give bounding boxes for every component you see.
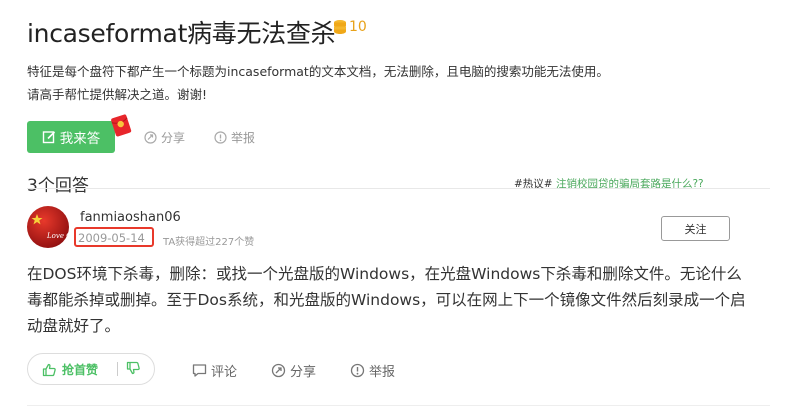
answer-count: 3个回答 <box>27 176 89 196</box>
answer-button[interactable]: 我来答 <box>27 121 115 153</box>
answer-button-label: 我来答 <box>59 131 101 147</box>
report-button[interactable]: 举报 <box>214 129 255 146</box>
like-button[interactable]: 抢首赞 <box>42 361 98 378</box>
edit-icon <box>42 130 56 144</box>
share-icon <box>271 363 286 378</box>
report-label: 举报 <box>231 131 256 145</box>
dislike-button[interactable] <box>126 361 140 375</box>
avatar[interactable]: Love China <box>27 206 69 248</box>
comment-button[interactable]: 评论 <box>192 361 237 380</box>
answer-body: 在DOS环境下杀毒，删除：或找一个光盘版的Windows，在光盘Windows下… <box>27 265 746 335</box>
alert-icon <box>214 131 227 144</box>
comment-label: 评论 <box>211 365 238 380</box>
thumbs-up-icon <box>42 363 56 377</box>
share-button[interactable]: 分享 <box>144 129 185 146</box>
coin-icon <box>333 19 347 35</box>
description-line: 请高手帮忙提供解决之道。谢谢! <box>27 87 208 102</box>
description-line: 特征是每个盘符下都产生一个标题为incaseformat的文本文档，无法删除，且… <box>27 64 609 79</box>
answer-date: 2009-05-14 <box>78 231 145 245</box>
answer-share-label: 分享 <box>290 365 317 380</box>
like-label: 抢首赞 <box>62 363 99 377</box>
answer-report-label: 举报 <box>369 365 396 380</box>
share-icon <box>144 131 157 144</box>
answer-report-button[interactable]: 举报 <box>350 361 395 380</box>
alert-icon <box>350 363 365 378</box>
reward-amount: 10 <box>349 19 367 35</box>
comment-icon <box>192 363 207 378</box>
divider <box>27 405 770 406</box>
question-title: incaseformat病毒无法查杀 <box>27 19 336 48</box>
divider <box>27 188 770 189</box>
follow-button[interactable]: 关注 <box>661 216 730 241</box>
answer-share-button[interactable]: 分享 <box>271 361 316 380</box>
thumbs-down-icon <box>126 361 140 375</box>
share-label: 分享 <box>161 131 186 145</box>
avatar-text: Love China <box>46 232 69 240</box>
username[interactable]: fanmiaoshan06 <box>80 210 181 225</box>
vote-divider <box>117 362 118 376</box>
red-packet-icon[interactable] <box>108 112 134 138</box>
question-description: 特征是每个盘符下都产生一个标题为incaseformat的文本文档，无法删除，且… <box>27 60 609 106</box>
likes-info: TA获得超过227个赞 <box>163 237 255 248</box>
